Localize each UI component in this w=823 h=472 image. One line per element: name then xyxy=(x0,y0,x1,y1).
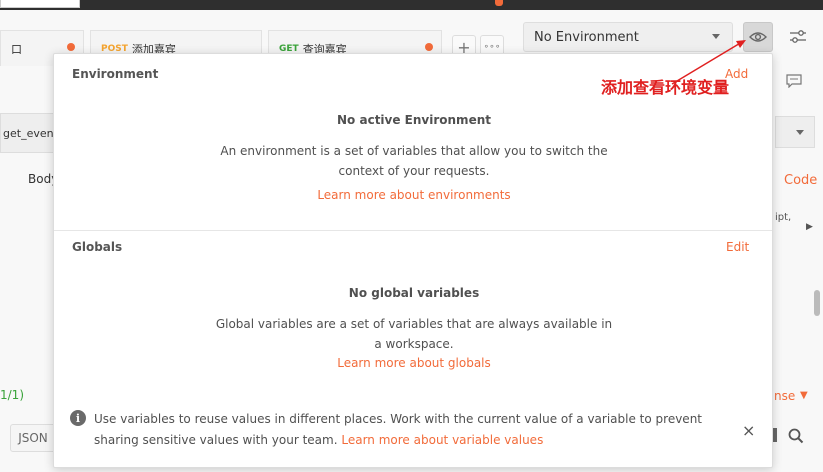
sliders-icon xyxy=(790,30,806,43)
response-tab-fragment[interactable]: nse xyxy=(774,389,795,403)
method-badge: POST xyxy=(101,43,128,54)
environments-learn-more-link[interactable]: Learn more about environments xyxy=(54,188,774,202)
notification-dot xyxy=(495,0,503,6)
tab-label: 口 xyxy=(11,42,22,56)
environment-quick-look-popover: Environment Add No active Environment An… xyxy=(53,53,773,468)
eye-icon xyxy=(749,32,767,42)
section-divider xyxy=(54,230,772,231)
environment-empty-title: No active Environment xyxy=(337,113,491,127)
window-fragment xyxy=(0,0,80,8)
variable-values-learn-more-link[interactable]: Learn more about variable values xyxy=(341,433,543,447)
unsaved-dot xyxy=(425,43,433,51)
comments-button[interactable] xyxy=(782,70,806,92)
environment-section-title: Environment xyxy=(72,67,159,81)
unsaved-dot xyxy=(67,43,75,51)
comment-icon xyxy=(786,74,802,88)
search-icon xyxy=(788,428,804,444)
environment-dropdown[interactable]: No Environment xyxy=(523,22,733,52)
globals-empty-title: No global variables xyxy=(348,286,480,300)
dropdown-fragment[interactable] xyxy=(775,116,815,148)
annotation-label: 添加查看环境变量 xyxy=(601,78,730,97)
count-fragment: 1/1) xyxy=(0,388,24,402)
json-format-button[interactable]: JSON xyxy=(10,424,56,452)
method-badge: GET xyxy=(279,43,299,54)
environment-selected: No Environment xyxy=(534,29,639,45)
chevron-down-icon xyxy=(712,34,720,39)
search-button[interactable] xyxy=(788,428,804,448)
code-link[interactable]: Code xyxy=(784,173,817,188)
environment-quick-look-button[interactable] xyxy=(743,22,773,52)
globals-learn-more-link[interactable]: Learn more about globals xyxy=(54,356,774,370)
chevron-down-icon xyxy=(796,130,804,135)
toolbar-fragment xyxy=(773,428,777,442)
variables-footnote: Use variables to reuse values in differe… xyxy=(94,409,734,451)
info-icon: i xyxy=(70,410,86,426)
learn-more-environments[interactable]: Learn more about environments xyxy=(317,188,510,202)
text-fragment: ipt, xyxy=(775,212,792,223)
edit-globals-link[interactable]: Edit xyxy=(726,240,749,254)
globals-section-title: Globals xyxy=(72,240,123,254)
globals-empty-description: Global variables are a set of variables … xyxy=(215,317,613,351)
scrollbar-thumb[interactable] xyxy=(814,290,820,316)
title-bar xyxy=(0,0,823,10)
manage-environments-button[interactable] xyxy=(783,22,813,52)
caret-right-icon[interactable]: ▶ xyxy=(806,222,813,232)
chevron-down-icon[interactable]: ▼ xyxy=(800,390,808,401)
learn-more-globals[interactable]: Learn more about globals xyxy=(337,356,491,370)
close-footnote-button[interactable]: × xyxy=(742,421,755,440)
environment-empty-description: An environment is a set of variables tha… xyxy=(220,144,608,178)
